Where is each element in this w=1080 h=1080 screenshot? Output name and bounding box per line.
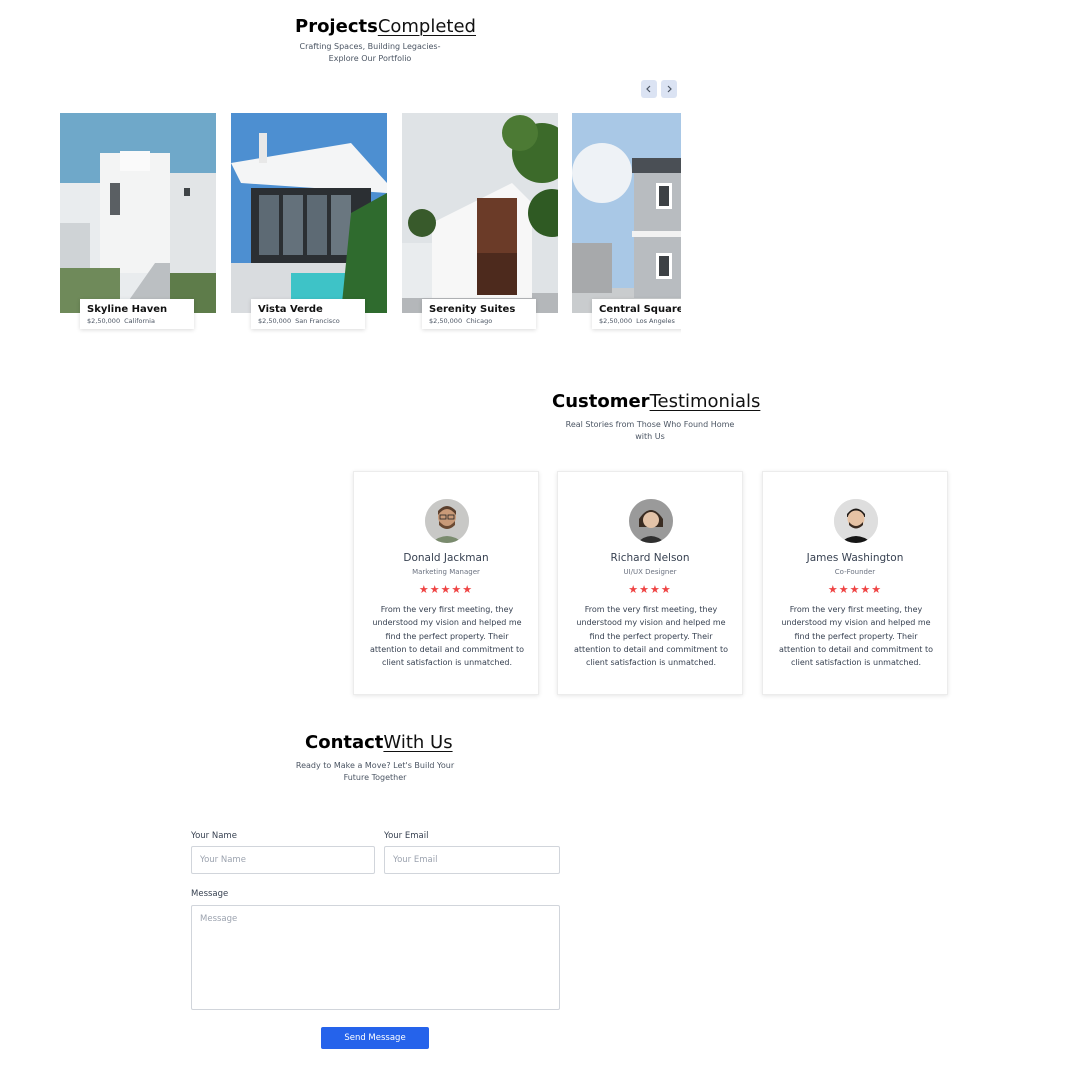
testimonial-role: Co-Founder xyxy=(834,568,876,576)
project-card[interactable]: Vista Verde $2,50,000 San Francisco xyxy=(231,113,387,333)
projects-subtitle: Crafting Spaces, Building Legacies-Explo… xyxy=(299,42,441,63)
project-info: Skyline Haven $2,50,000 California xyxy=(80,299,194,329)
project-price: $2,50,000 xyxy=(258,317,292,325)
star-rating: ★★★★ xyxy=(628,583,672,596)
contact-title: ContactWith Us xyxy=(305,732,453,753)
project-info: Central Square $2,50,000 Los Angeles xyxy=(592,299,681,329)
testimonial-role: Marketing Manager xyxy=(412,568,480,576)
testimonial-text: From the very first meeting, they unders… xyxy=(370,605,524,668)
project-image xyxy=(572,113,681,313)
project-image xyxy=(231,113,387,313)
project-price: $2,50,000 xyxy=(87,317,121,325)
project-image xyxy=(60,113,216,313)
message-label: Message xyxy=(191,889,229,899)
project-card[interactable]: Central Square $2,50,000 Los Angeles xyxy=(572,113,681,333)
testimonial-name: Richard Nelson xyxy=(610,552,690,564)
project-name: Central Square xyxy=(599,304,681,315)
carousel-prev-button[interactable] xyxy=(641,80,657,98)
testimonials-title-strong: Customer xyxy=(552,391,650,412)
project-name: Vista Verde xyxy=(258,304,323,315)
project-name: Skyline Haven xyxy=(87,304,168,315)
send-message-button[interactable]: Send Message xyxy=(321,1027,429,1049)
project-info: Vista Verde $2,50,000 San Francisco xyxy=(251,299,365,329)
contact-title-strong: Contact xyxy=(305,732,384,753)
projects-carousel[interactable]: Skyline Haven $2,50,000 California Vista … xyxy=(60,113,681,335)
project-location: San Francisco xyxy=(295,317,340,325)
contact-subtitle: Ready to Make a Move? Let's Build Your F… xyxy=(295,761,455,782)
testimonial-name: Donald Jackman xyxy=(403,552,489,564)
project-location: Los Angeles xyxy=(636,317,675,325)
project-name: Serenity Suites xyxy=(429,304,516,315)
message-textarea[interactable] xyxy=(191,905,560,1010)
testimonial-card: Donald Jackman Marketing Manager ★★★★★ F… xyxy=(353,471,539,695)
chevron-left-icon xyxy=(646,85,651,93)
contact-title-light: With Us xyxy=(383,732,453,753)
project-price: $2,50,000 xyxy=(599,317,633,325)
email-input[interactable] xyxy=(384,846,560,874)
avatar xyxy=(425,499,469,543)
testimonials-subtitle: Real Stories from Those Who Found Home w… xyxy=(565,420,735,441)
testimonial-role: UI/UX Designer xyxy=(623,568,677,576)
project-card[interactable]: Skyline Haven $2,50,000 California xyxy=(60,113,216,333)
projects-title: ProjectsCompleted xyxy=(295,16,476,37)
carousel-next-button[interactable] xyxy=(661,80,677,98)
avatar xyxy=(629,499,673,543)
avatar xyxy=(834,499,878,543)
testimonial-text: From the very first meeting, they unders… xyxy=(779,605,933,668)
email-label: Your Email xyxy=(384,831,429,841)
project-info: Serenity Suites $2,50,000 Chicago xyxy=(422,299,536,329)
star-rating: ★★★★★ xyxy=(827,583,883,596)
testimonials-title-light: Testimonials xyxy=(649,391,761,412)
project-price: $2,50,000 xyxy=(429,317,463,325)
projects-title-light: Completed xyxy=(377,16,476,37)
testimonial-card: Richard Nelson UI/UX Designer ★★★★ From … xyxy=(557,471,743,695)
testimonial-name: James Washington xyxy=(806,552,904,564)
testimonial-text: From the very first meeting, they unders… xyxy=(574,605,728,668)
project-location: California xyxy=(124,317,155,325)
testimonials-title: CustomerTestimonials xyxy=(552,391,760,412)
project-location: Chicago xyxy=(466,317,493,325)
projects-title-strong: Projects xyxy=(295,16,378,37)
star-rating: ★★★★★ xyxy=(418,583,474,596)
name-label: Your Name xyxy=(191,831,237,841)
chevron-right-icon xyxy=(667,85,672,93)
name-input[interactable] xyxy=(191,846,375,874)
project-image xyxy=(402,113,558,313)
testimonial-card: James Washington Co-Founder ★★★★★ From t… xyxy=(762,471,948,695)
project-card[interactable]: Serenity Suites $2,50,000 Chicago xyxy=(402,113,558,333)
